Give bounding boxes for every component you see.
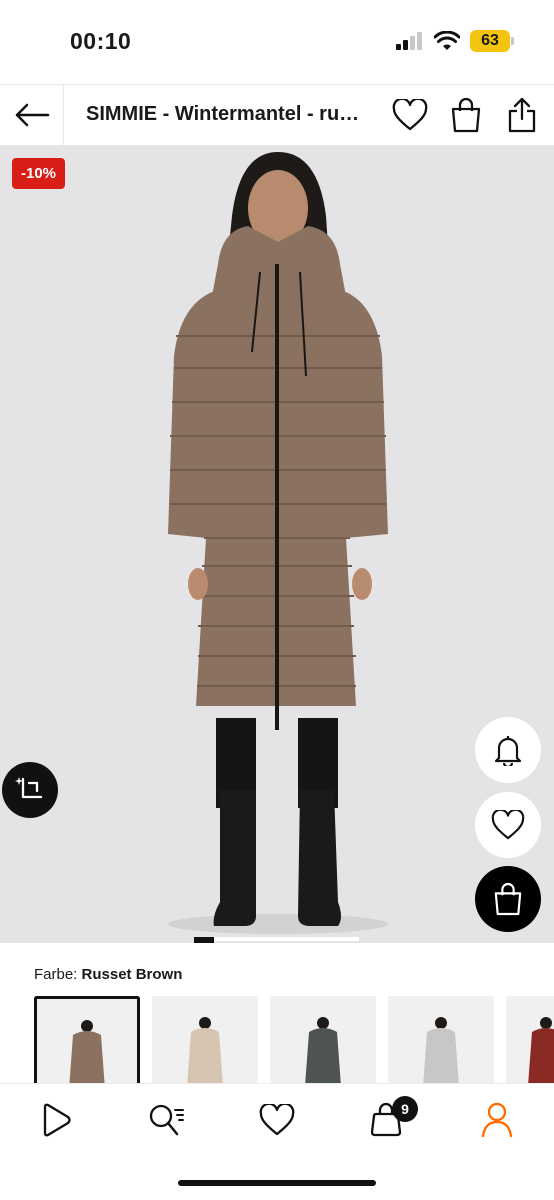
status-time: 00:10 [70,28,132,54]
arrow-left-icon [15,103,49,127]
home-icon [43,1103,71,1137]
status-indicators: 63 [396,30,514,52]
account-icon [481,1102,513,1138]
product-image[interactable]: -10% [0,146,554,943]
coat-thumbnail [423,1017,459,1084]
color-label-prefix: Farbe: [34,966,78,983]
product-title: SIMMIE - Wintermantel - russet brown [86,103,366,125]
shopping-bag-icon [494,883,522,916]
image-pager-track [194,937,359,941]
color-swatch-light-grey[interactable] [388,996,494,1084]
nav-wishlist[interactable] [253,1098,301,1142]
color-swatch-russet-brown[interactable] [34,996,140,1084]
color-label: Farbe: Russet Brown [34,966,182,983]
nav-cart[interactable]: 9 [362,1096,418,1142]
notify-button[interactable] [475,717,541,783]
battery-level: 63 [481,32,499,49]
shopping-bag-icon [451,97,481,133]
product-header: SIMMIE - Wintermantel - russet brown [0,84,554,146]
coat-thumbnail [187,1017,223,1084]
color-swatch-dark-green[interactable] [270,996,376,1084]
selected-color-name: Russet Brown [81,966,183,983]
nav-account[interactable] [473,1098,521,1142]
color-swatch-red[interactable] [506,996,554,1084]
visual-search-button[interactable] [2,762,58,818]
heart-icon [491,810,525,840]
cart-count-badge: 9 [392,1096,418,1122]
share-button[interactable] [502,95,542,135]
share-icon [508,97,536,133]
wishlist-icon [259,1104,295,1136]
image-pager-indicator[interactable] [194,937,214,943]
model-in-coat-illustration [168,152,388,934]
status-bar: 00:10 63 [0,0,554,84]
heart-icon [392,99,428,131]
coat-thumbnail [69,1020,105,1084]
add-to-cart-button[interactable] [475,866,541,932]
color-swatch-list [34,996,554,1084]
coat-thumbnail [305,1017,341,1084]
wifi-icon [434,31,460,50]
nav-search[interactable] [142,1098,190,1142]
add-to-wishlist-button[interactable] [475,792,541,858]
color-swatch-beige[interactable] [152,996,258,1084]
wishlist-button[interactable] [390,95,430,135]
bell-icon [494,736,522,766]
home-indicator[interactable] [178,1180,376,1186]
battery-indicator: 63 [470,30,514,52]
search-icon [149,1104,184,1136]
header-actions [390,95,542,135]
cart-button[interactable] [446,95,486,135]
back-button[interactable] [0,85,64,145]
signal-icon [396,32,422,50]
discount-badge: -10% [12,158,66,189]
crop-sparkle-icon [15,777,43,799]
coat-thumbnail [528,1017,554,1084]
nav-home[interactable] [32,1098,80,1142]
